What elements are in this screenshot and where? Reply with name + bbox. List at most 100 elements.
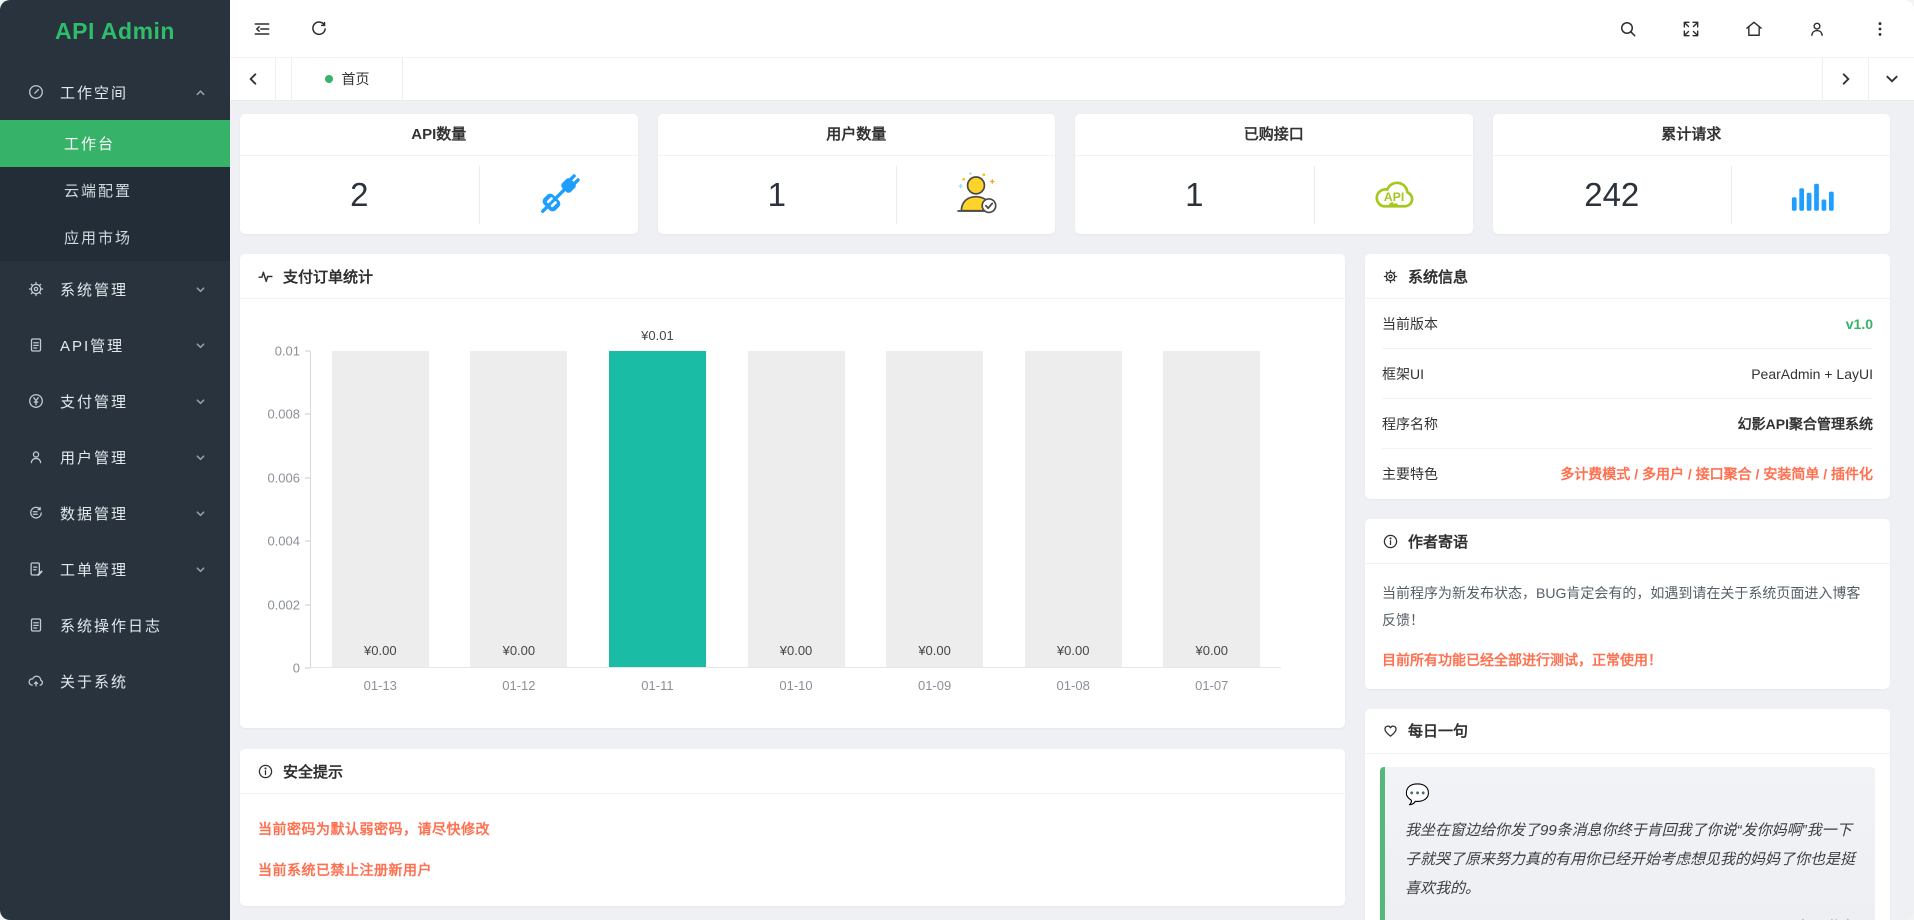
bar-data-label: ¥0.00 xyxy=(865,643,1004,658)
stat-card-value: 1 xyxy=(1075,176,1314,214)
bar-slot[interactable]: ¥0.0001-08 xyxy=(1004,351,1143,667)
sidebar-item-data-mgmt[interactable]: 数据管理 xyxy=(0,485,230,541)
bar-value[interactable] xyxy=(609,351,706,667)
tab-label: 首页 xyxy=(342,69,370,89)
sidebar-item-worksheet-mgmt[interactable]: 工单管理 xyxy=(0,541,230,597)
x-axis-label: 01-09 xyxy=(865,678,1004,693)
system-info-row: 框架UI PearAdmin + LayUI xyxy=(1382,349,1873,399)
bar-background xyxy=(1163,351,1260,667)
tab-more-dropdown-button[interactable] xyxy=(1868,58,1914,100)
payment-chart-card: 支付订单统计 00.0020.0040.0060.0080.01 ¥0.0001… xyxy=(240,254,1345,728)
page-content: API数量 2 用户数量 1 xyxy=(230,101,1914,920)
data-refresh-icon xyxy=(27,504,45,522)
search-icon[interactable] xyxy=(1618,19,1638,39)
stat-card-value: 242 xyxy=(1493,176,1732,214)
stat-card-value: 1 xyxy=(658,176,897,214)
payment-orders-chart[interactable]: 00.0020.0040.0060.0080.01 ¥0.0001-13¥0.0… xyxy=(240,299,1345,728)
collapse-sidebar-icon[interactable] xyxy=(252,19,272,39)
y-axis-tick: 0.002 xyxy=(267,597,310,612)
bar-data-label: ¥0.00 xyxy=(1004,643,1143,658)
system-info-title: 系统信息 xyxy=(1408,266,1468,287)
stat-card-title: API数量 xyxy=(240,114,638,156)
features-value: 多计费模式 / 多用户 / 接口聚合 / 安装简单 / 插件化 xyxy=(1560,464,1873,484)
app-logo: API Admin xyxy=(0,0,230,62)
bar-slot[interactable]: ¥0.0101-11 xyxy=(588,351,727,667)
sidebar-item-operation-log[interactable]: 系统操作日志 xyxy=(0,597,230,653)
system-info-row: 主要特色 多计费模式 / 多用户 / 接口聚合 / 安装简单 / 插件化 xyxy=(1382,449,1873,499)
speech-bubble-emoji: 💬 xyxy=(1405,782,1855,807)
bar-slot[interactable]: ¥0.0001-09 xyxy=(865,351,1004,667)
daily-quote-card: 每日一句 💬 我坐在窗边给你发了99条消息你终于肯回我了你说“发你妈啊”我一下子… xyxy=(1365,709,1890,920)
pulse-icon xyxy=(257,268,274,285)
bar-data-label: ¥0.00 xyxy=(727,643,866,658)
sidebar-item-user-mgmt[interactable]: 用户管理 xyxy=(0,429,230,485)
author-note-card: 作者寄语 当前程序为新发布状态，BUG肯定会有的，如遇到请在关于系统页面进入博客… xyxy=(1365,519,1890,689)
quote-block: 💬 我坐在窗边给你发了99条消息你终于肯回我了你说“发你妈啊”我一下子就哭了原来… xyxy=(1380,767,1875,920)
bar-chart-icon xyxy=(1732,168,1890,222)
tab-home[interactable]: 首页 xyxy=(291,58,403,100)
program-name-value: 幻影API聚合管理系统 xyxy=(1738,414,1873,434)
home-icon[interactable] xyxy=(1744,19,1764,39)
bar-slot[interactable]: ¥0.0001-13 xyxy=(311,351,450,667)
more-menu-icon[interactable] xyxy=(1870,19,1890,39)
author-note-text: 当前程序为新发布状态，BUG肯定会有的，如遇到请在关于系统页面进入博客反馈！ xyxy=(1382,580,1873,635)
chart-plot[interactable]: ¥0.0001-13¥0.0001-12¥0.0101-11¥0.0001-10… xyxy=(310,351,1281,668)
sidebar-item-label: 系统管理 xyxy=(60,279,195,300)
log-icon xyxy=(27,616,45,634)
bar-background xyxy=(886,351,983,667)
document-icon xyxy=(27,336,45,354)
quote-source: — 每日分享 xyxy=(1405,916,1855,920)
main-area: 首页 API数量 2 xyxy=(230,0,1914,920)
sidebar-item-label: 支付管理 xyxy=(60,391,195,412)
sidebar-item-api-mgmt[interactable]: API管理 xyxy=(0,317,230,373)
sidebar-item-payment-mgmt[interactable]: 支付管理 xyxy=(0,373,230,429)
bar-background xyxy=(470,351,567,667)
y-axis-tick: 0.008 xyxy=(267,407,310,422)
sidebar-item-workbench[interactable]: 工作台 xyxy=(0,120,230,167)
system-info-card: 系统信息 当前版本 v1.0 框架UI PearAdmin + LayUI xyxy=(1365,254,1890,499)
y-axis-tick: 0.006 xyxy=(267,470,310,485)
bar-data-label: ¥0.01 xyxy=(588,328,727,343)
yen-circle-icon xyxy=(27,392,45,410)
x-axis-label: 01-13 xyxy=(311,678,450,693)
security-tip: 当前密码为默认弱密码，请尽快修改 xyxy=(258,819,1327,839)
user-profile-icon[interactable] xyxy=(1807,19,1827,39)
x-axis-label: 01-07 xyxy=(1142,678,1281,693)
tab-scroll-left-button[interactable] xyxy=(230,58,276,100)
bar-data-label: ¥0.00 xyxy=(311,643,450,658)
sidebar-item-about-system[interactable]: 关于系统 xyxy=(0,653,230,709)
sidebar-item-label: 用户管理 xyxy=(60,447,195,468)
tab-scroll-right-button[interactable] xyxy=(1822,58,1868,100)
info-circle-icon xyxy=(1382,533,1399,550)
stat-card-purchased-api: 已购接口 1 API xyxy=(1075,114,1473,234)
y-axis-tick: 0.01 xyxy=(275,344,310,359)
bar-slot[interactable]: ¥0.0001-12 xyxy=(450,351,589,667)
bar-slot[interactable]: ¥0.0001-10 xyxy=(727,351,866,667)
fullscreen-icon[interactable] xyxy=(1681,19,1701,39)
sidebar-item-label: 数据管理 xyxy=(60,503,195,524)
sidebar-item-app-market[interactable]: 应用市场 xyxy=(0,214,230,261)
framework-value: PearAdmin + LayUI xyxy=(1751,366,1873,382)
sidebar-item-label: 工作台 xyxy=(64,133,115,154)
sidebar: API Admin 工作空间 工作台 云端配置 应用市场 xyxy=(0,0,230,920)
sidebar-item-label: API管理 xyxy=(60,335,195,356)
sidebar-item-system-mgmt[interactable]: 系统管理 xyxy=(0,261,230,317)
workspace-submenu: 工作台 云端配置 应用市场 xyxy=(0,120,230,261)
stat-cards-row: API数量 2 用户数量 1 xyxy=(240,114,1890,234)
stat-card-title: 已购接口 xyxy=(1075,114,1473,156)
security-tips-card: 安全提示 当前密码为默认弱密码，请尽快修改 当前系统已禁止注册新用户 xyxy=(240,749,1345,906)
gear-icon xyxy=(27,280,45,298)
gear-icon xyxy=(1382,268,1399,285)
bar-background xyxy=(1025,351,1122,667)
bar-slot[interactable]: ¥0.0001-07 xyxy=(1142,351,1281,667)
quote-text: 我坐在窗边给你发了99条消息你终于肯回我了你说“发你妈啊”我一下子就哭了原来努力… xyxy=(1405,816,1855,904)
bar-background xyxy=(332,351,429,667)
chevron-down-icon xyxy=(195,564,206,575)
sidebar-item-cloud-config[interactable]: 云端配置 xyxy=(0,167,230,214)
chevron-down-icon xyxy=(195,508,206,519)
chart-y-axis: 00.0020.0040.0060.0080.01 xyxy=(258,351,310,668)
refresh-icon[interactable] xyxy=(309,19,329,39)
sidebar-item-workspace[interactable]: 工作空间 xyxy=(0,64,230,120)
user-icon xyxy=(27,448,45,466)
stat-card-title: 用户数量 xyxy=(658,114,1056,156)
